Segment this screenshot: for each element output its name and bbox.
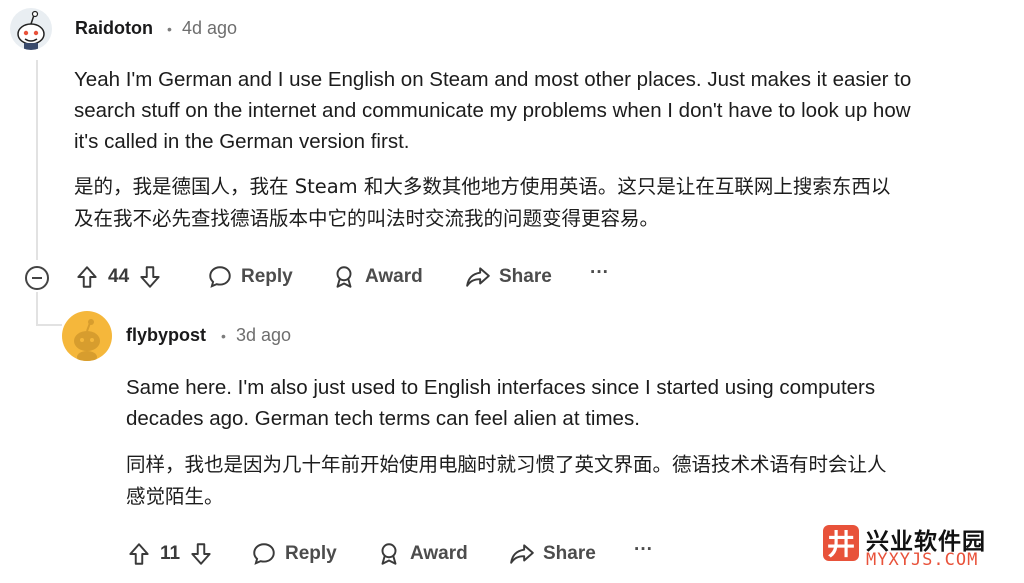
comment-author[interactable]: Raidoton bbox=[75, 18, 153, 39]
award-button[interactable]: Award bbox=[331, 264, 423, 290]
speech-bubble-icon bbox=[253, 543, 275, 565]
comment-line: 感觉陌生。 bbox=[126, 485, 224, 508]
reply-button[interactable]: Reply bbox=[251, 541, 337, 567]
comment-timestamp[interactable]: 3d ago bbox=[236, 325, 291, 346]
watermark-name-en: MYXYJS.COM bbox=[866, 550, 979, 570]
thread-branch-curve bbox=[36, 324, 62, 326]
upvote-icon[interactable] bbox=[126, 541, 152, 567]
comment-body-zh: 同样，我也是因为几十年前开始使用电脑时就习惯了英文界面。德语技术术语有时会让人 … bbox=[126, 449, 887, 513]
more-icon: ··· bbox=[590, 262, 609, 283]
meta-separator: • bbox=[167, 21, 172, 37]
share-label: Share bbox=[499, 266, 552, 287]
comment-body-en: Yeah I'm German and I use English on Ste… bbox=[74, 64, 911, 157]
collapse-thread-button[interactable] bbox=[25, 266, 49, 290]
comment-line: decades ago. German tech terms can feel … bbox=[126, 407, 640, 430]
share-icon bbox=[466, 267, 490, 287]
comment-body-zh: 是的，我是德国人，我在 Steam 和大多数其他地方使用英语。这只是让在互联网上… bbox=[74, 171, 890, 235]
thread-line bbox=[36, 60, 38, 260]
award-label: Award bbox=[365, 266, 423, 287]
vote-count: 11 bbox=[160, 543, 181, 564]
share-label: Share bbox=[543, 543, 596, 564]
downvote-icon[interactable] bbox=[188, 541, 214, 567]
vote-count: 44 bbox=[108, 266, 130, 287]
more-options-button[interactable]: ··· bbox=[590, 262, 609, 284]
comment-body-en: Same here. I'm also just used to English… bbox=[126, 372, 875, 434]
vote-bar: 11 bbox=[126, 541, 214, 567]
comment-line: Same here. I'm also just used to English… bbox=[126, 376, 876, 399]
avatar[interactable] bbox=[62, 311, 112, 361]
comment-line: search stuff on the internet and communi… bbox=[74, 99, 911, 122]
reply-label: Reply bbox=[241, 266, 293, 287]
comment-line: Yeah I'm German and I use English on Ste… bbox=[74, 68, 912, 91]
reply-button[interactable]: Reply bbox=[207, 264, 293, 290]
comment-timestamp[interactable]: 4d ago bbox=[182, 18, 237, 39]
upvote-icon[interactable] bbox=[74, 264, 100, 290]
downvote-icon[interactable] bbox=[137, 264, 163, 290]
comment-line: it's called in the German version first. bbox=[74, 130, 410, 153]
share-icon bbox=[510, 544, 534, 564]
watermark-logo-icon: 井 bbox=[823, 525, 859, 561]
comment-line: 及在我不必先查找德语版本中它的叫法时交流我的问题变得更容易。 bbox=[74, 207, 660, 230]
minus-icon bbox=[32, 277, 42, 279]
meta-separator: • bbox=[221, 328, 226, 344]
share-button[interactable]: Share bbox=[509, 541, 596, 567]
award-icon bbox=[336, 266, 352, 288]
snoo-avatar-icon bbox=[74, 319, 100, 361]
vote-bar: 44 bbox=[74, 264, 163, 290]
comment-author[interactable]: flybypost bbox=[126, 325, 206, 346]
award-label: Award bbox=[410, 543, 468, 564]
avatar[interactable] bbox=[10, 8, 52, 50]
more-icon: ··· bbox=[634, 539, 653, 560]
award-icon bbox=[381, 543, 397, 565]
more-options-button[interactable]: ··· bbox=[634, 539, 653, 561]
comment-line: 是的，我是德国人，我在 Steam 和大多数其他地方使用英语。这只是让在互联网上… bbox=[74, 175, 891, 198]
thread-branch-line bbox=[36, 292, 38, 326]
share-button[interactable]: Share bbox=[465, 264, 552, 290]
speech-bubble-icon bbox=[209, 266, 231, 288]
award-button[interactable]: Award bbox=[376, 541, 468, 567]
snoo-avatar-icon bbox=[17, 10, 45, 50]
comment-line: 同样，我也是因为几十年前开始使用电脑时就习惯了英文界面。德语技术术语有时会让人 bbox=[126, 453, 887, 476]
reply-label: Reply bbox=[285, 543, 337, 564]
